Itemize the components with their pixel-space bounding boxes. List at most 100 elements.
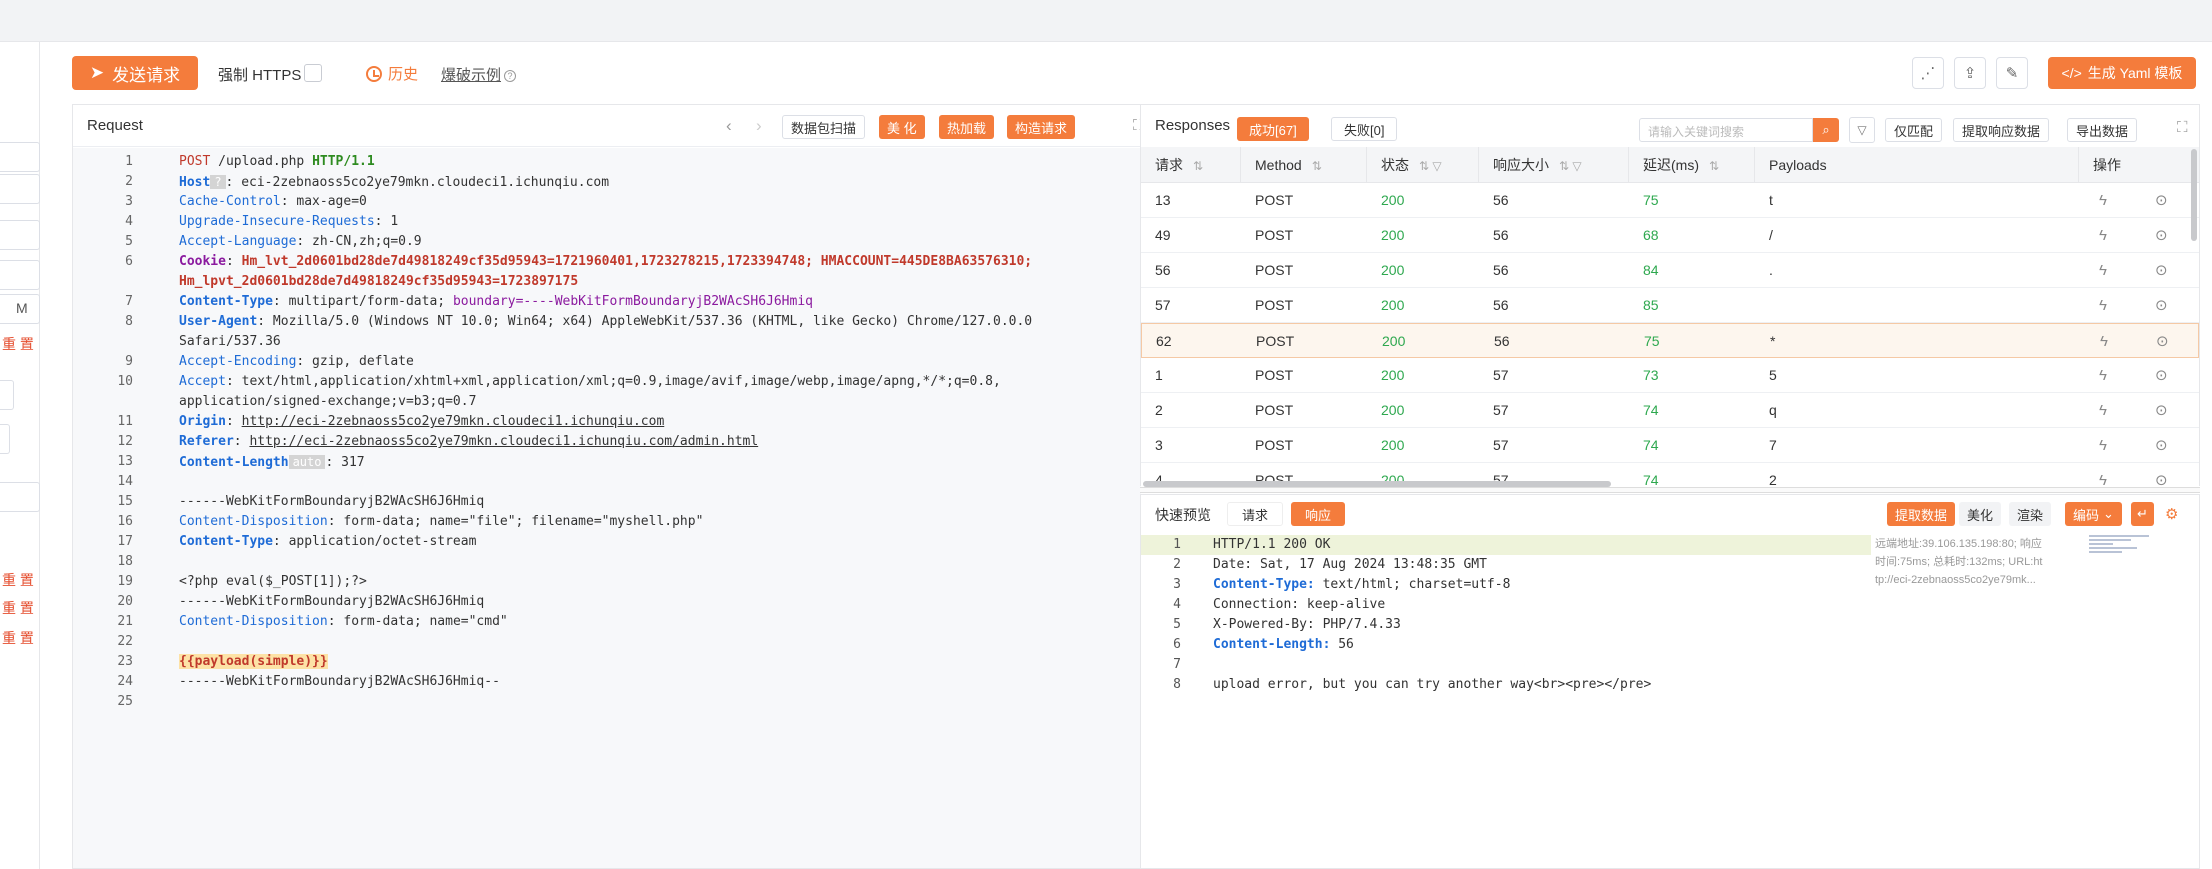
- table-row[interactable]: 62 POST 200 56 75 * ϟ ⊙: [1141, 323, 2199, 358]
- rail-reset[interactable]: 重 置: [2, 334, 34, 354]
- line-number: 5: [1173, 617, 1181, 632]
- rail-reset[interactable]: 重 置: [2, 628, 34, 648]
- header-key: Origin: [179, 414, 226, 429]
- code-text: {{payload(simple)}}: [179, 652, 328, 672]
- cell-status: 200: [1381, 227, 1405, 243]
- table-row[interactable]: 1 POST 200 57 73 5 ϟ ⊙: [1141, 358, 2199, 393]
- code-text: POST /upload.php HTTP/1.1: [179, 152, 375, 172]
- table-row[interactable]: 57 POST 200 56 85 ϟ ⊙: [1141, 288, 2199, 323]
- table-row[interactable]: 13 POST 200 56 75 t ϟ ⊙: [1141, 183, 2199, 218]
- response-viewer[interactable]: 1 HTTP/1.1 200 OK 2 Date: Sat, 17 Aug 2024 …: [1141, 533, 1871, 868]
- rail-field[interactable]: [0, 174, 40, 204]
- rail-field[interactable]: [0, 260, 40, 290]
- example-link[interactable]: 爆破示例?: [441, 64, 517, 85]
- gear-icon[interactable]: ⚙: [2161, 502, 2182, 526]
- flash-icon[interactable]: ϟ: [2099, 428, 2107, 463]
- tab-preview-response[interactable]: 响应: [1291, 502, 1346, 526]
- rail-field[interactable]: [0, 142, 40, 172]
- table-row[interactable]: 3 POST 200 57 74 7 ϟ ⊙: [1141, 428, 2199, 463]
- flash-icon[interactable]: ϟ: [2099, 358, 2107, 393]
- flash-icon[interactable]: ϟ: [2099, 288, 2107, 323]
- chevron-right-icon[interactable]: ›: [756, 116, 762, 136]
- rail-reset[interactable]: 重 置: [2, 570, 34, 590]
- force-https-checkbox[interactable]: [304, 64, 322, 82]
- only-match-button[interactable]: 仅匹配: [1885, 118, 1943, 142]
- responses-panel: Responses 成功[67] 失败[0] 请输入关键词搜索 ⌕ ▽ 仅匹配 …: [1140, 104, 2212, 869]
- goto-icon[interactable]: ⊙: [2155, 393, 2168, 428]
- header-key: Accept-Language: [179, 234, 297, 249]
- table-row[interactable]: 56 POST 200 56 84. ϟ ⊙: [1141, 253, 2199, 288]
- keyword-search-input[interactable]: 请输入关键词搜索: [1639, 118, 1813, 142]
- cookie-value: HMACCOUNT=445DE8BA63576310;: [812, 254, 1033, 269]
- tab-preview-request[interactable]: 请求: [1227, 502, 1284, 526]
- edit-icon[interactable]: ✎: [1996, 57, 2028, 89]
- tab-success[interactable]: 成功[67]: [1237, 117, 1309, 141]
- sort-filter-icon: ⇅ ▽: [1559, 159, 1582, 173]
- goto-icon[interactable]: ⊙: [2156, 324, 2169, 359]
- flash-icon[interactable]: ϟ: [2099, 393, 2107, 428]
- history-button[interactable]: 历史: [366, 63, 418, 84]
- col-status[interactable]: 状态 ⇅ ▽: [1367, 147, 1479, 183]
- table-row[interactable]: 2 POST 200 57 74 q ϟ ⊙: [1141, 393, 2199, 428]
- tab-fail[interactable]: 失败[0]: [1331, 117, 1398, 141]
- extract-response-button[interactable]: 提取响应数据: [1953, 118, 2050, 142]
- code-text: Content-Disposition: form-data; name="fi…: [179, 512, 703, 532]
- send-request-button[interactable]: ➤ 发送请求: [72, 56, 198, 90]
- goto-icon[interactable]: ⊙: [2155, 358, 2168, 393]
- rail-field[interactable]: [0, 482, 40, 512]
- rail-field[interactable]: [0, 220, 40, 250]
- generate-yaml-button[interactable]: </> 生成 Yaml 模板: [2048, 57, 2196, 89]
- beautify-button[interactable]: 美 化: [879, 115, 925, 139]
- vertical-scrollbar[interactable]: [2191, 149, 2197, 241]
- code-text: Content-Disposition: form-data; name="cm…: [179, 612, 508, 632]
- chevron-left-icon[interactable]: ‹: [726, 116, 732, 136]
- flash-icon[interactable]: ϟ: [2099, 183, 2107, 218]
- colon: :: [272, 534, 281, 549]
- search-icon[interactable]: ⌕: [1813, 118, 1839, 142]
- header-key: Content-Disposition: [179, 614, 328, 629]
- cell-payload: *: [1770, 333, 1776, 349]
- render-button[interactable]: 渲染: [2009, 502, 2052, 526]
- request-panel: Request ‹ › 数据包扫描 美 化 热加载 构造请求 ⛶ 1 POST /…: [72, 104, 1168, 869]
- packet-scan-button[interactable]: 数据包扫描: [782, 115, 866, 139]
- construct-request-button[interactable]: 构造请求: [1007, 115, 1076, 139]
- upload-icon[interactable]: ⇪: [1954, 57, 1986, 89]
- share-icon[interactable]: ⋰: [1912, 57, 1944, 89]
- minimap: [2089, 535, 2149, 557]
- extract-data-button[interactable]: 提取数据: [1887, 502, 1956, 526]
- cell-method: POST: [1255, 367, 1294, 383]
- table-row[interactable]: 49 POST 200 56 68 / ϟ ⊙: [1141, 218, 2199, 253]
- rail-field[interactable]: [0, 424, 10, 454]
- export-data-button[interactable]: 导出数据: [2067, 118, 2138, 142]
- col-payloads[interactable]: Payloads: [1755, 147, 2079, 183]
- request-editor[interactable]: 1 POST /upload.php HTTP/1.1 2 Host?: eci-2z…: [73, 148, 1168, 868]
- rail-reset[interactable]: 重 置: [2, 598, 34, 618]
- flash-icon[interactable]: ϟ: [2100, 324, 2108, 359]
- col-delay[interactable]: 延迟(ms) ⇅: [1629, 147, 1755, 183]
- code-icon: </>: [2061, 65, 2082, 81]
- header-value: form-data; name="cmd": [335, 614, 508, 629]
- goto-icon[interactable]: ⊙: [2155, 288, 2168, 323]
- rail-field[interactable]: [0, 380, 14, 410]
- flash-icon[interactable]: ϟ: [2099, 218, 2107, 253]
- encoding-dropdown[interactable]: 编码 ⌄: [2065, 502, 2122, 526]
- filter-icon[interactable]: ▽: [1849, 117, 1875, 143]
- sort-icon: ⇅: [1311, 159, 1322, 173]
- cell-delay: 74: [1643, 402, 1659, 418]
- goto-icon[interactable]: ⊙: [2155, 253, 2168, 288]
- flash-icon[interactable]: ϟ: [2099, 253, 2107, 288]
- hot-load-button[interactable]: 热加载: [939, 115, 995, 139]
- goto-icon[interactable]: ⊙: [2155, 183, 2168, 218]
- preview-beautify-button[interactable]: 美化: [1959, 502, 2002, 526]
- expand-icon[interactable]: ⛶: [2177, 119, 2188, 136]
- code-text: Cookie: Hm_lvt_2d0601bd28de7d49818249cf3…: [179, 252, 1032, 272]
- col-method[interactable]: Method ⇅: [1241, 147, 1367, 183]
- col-request[interactable]: 请求 ⇅: [1141, 147, 1241, 183]
- goto-icon[interactable]: ⊙: [2155, 218, 2168, 253]
- col-size[interactable]: 响应大小 ⇅ ▽: [1479, 147, 1629, 183]
- goto-icon[interactable]: ⊙: [2155, 428, 2168, 463]
- panel-splitter[interactable]: [1140, 487, 2200, 493]
- quick-preview: 快速预览 请求 响应 提取数据 美化 渲染 编码 ⌄ ↵ ⚙ 1 HTTP/1.1 …: [1140, 494, 2200, 869]
- wrap-icon[interactable]: ↵: [2131, 502, 2154, 526]
- cell-request: 56: [1155, 262, 1171, 278]
